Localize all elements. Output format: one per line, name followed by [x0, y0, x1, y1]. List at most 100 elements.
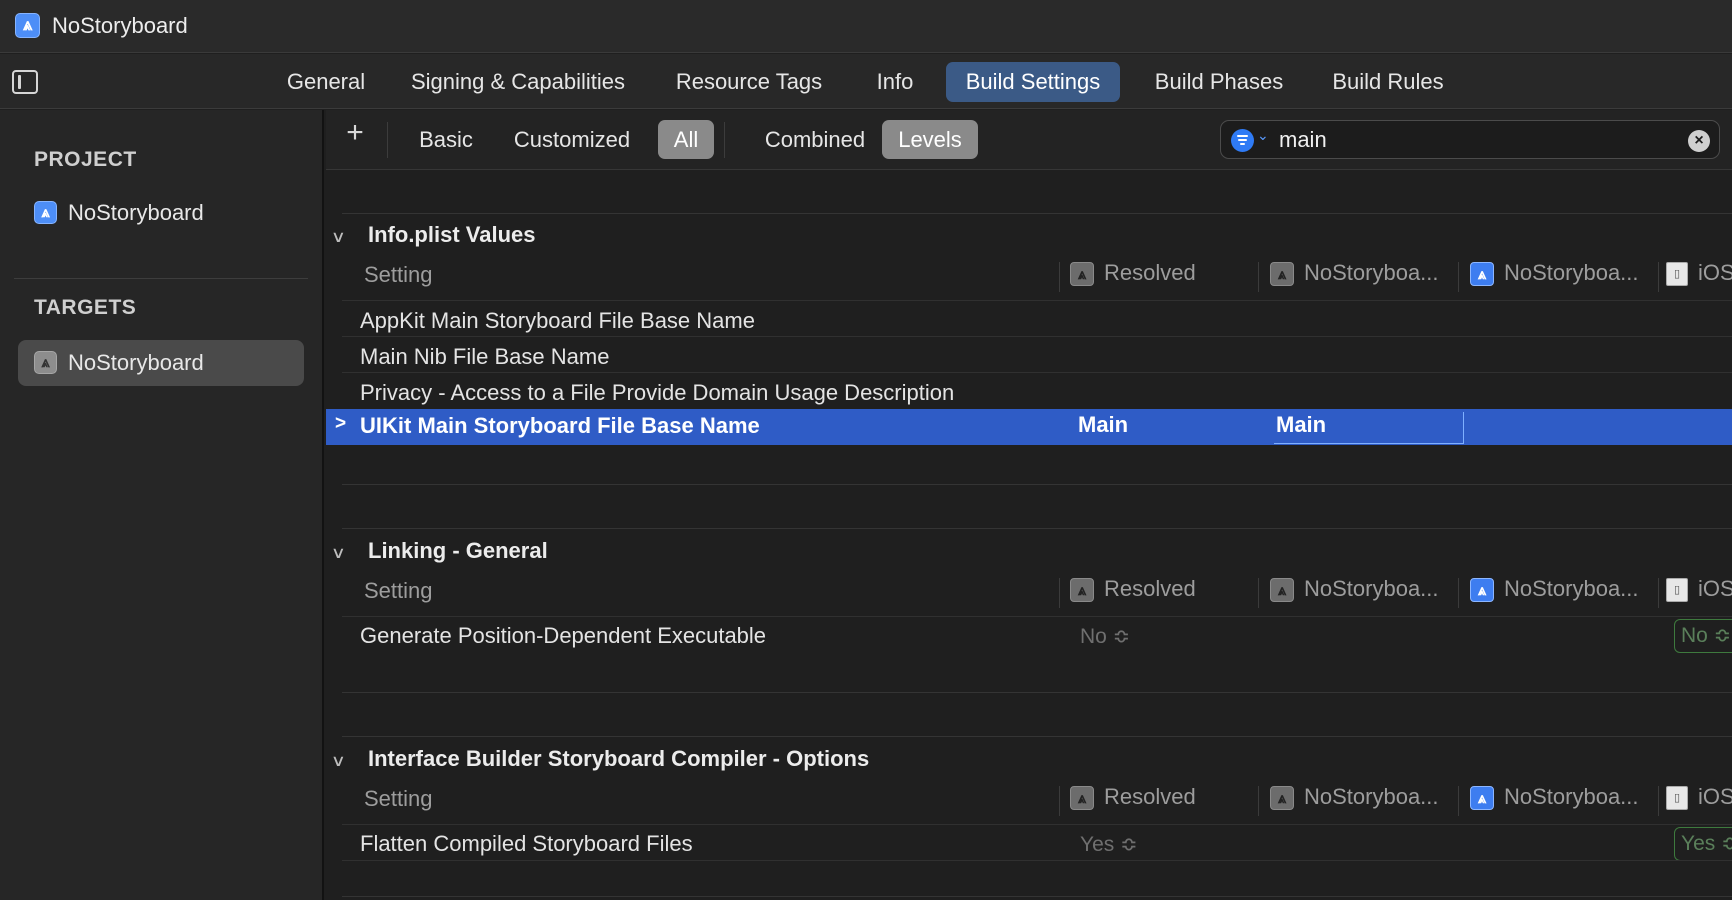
filter-all-button[interactable]: All — [658, 120, 714, 159]
tab-build-settings[interactable]: Build Settings — [946, 62, 1120, 102]
column-header-setting: Setting — [364, 578, 433, 603]
filter-basic-button[interactable]: Basic — [402, 120, 490, 159]
chevron-down-icon[interactable]: ∨ — [331, 751, 360, 771]
column-header-target: ⩓ NoStoryboa... — [1270, 260, 1439, 287]
section-divider — [342, 484, 1732, 485]
column-header-target: ⩓ NoStoryboa... — [1270, 576, 1439, 603]
target-level-icon: ⩓ — [1270, 262, 1294, 287]
section-divider — [342, 528, 1732, 529]
ios-default-value[interactable]: Yes ≎ — [1674, 827, 1732, 861]
filter-customized-button[interactable]: Customized — [502, 120, 642, 159]
column-header-resolved: ⩓ Resolved — [1070, 260, 1196, 287]
resolved-value: Yes ≎ — [1080, 833, 1138, 856]
resolved-level-icon: ⩓ — [1070, 786, 1094, 811]
search-input[interactable] — [1279, 125, 1669, 155]
ios-default-value[interactable]: No ≎ — [1674, 619, 1732, 653]
row-divider — [342, 372, 1732, 373]
tab-resource-tags[interactable]: Resource Tags — [664, 62, 834, 102]
setting-row-selected[interactable]: > UIKit Main Storyboard File Base Name M… — [326, 409, 1732, 445]
row-divider — [342, 336, 1732, 337]
target-level-icon: ⩓ — [1270, 578, 1294, 603]
column-header-target: ⩓ NoStoryboa... — [1270, 784, 1439, 811]
setting-row[interactable]: AppKit Main Storyboard File Base Name — [360, 308, 755, 334]
divider — [1658, 262, 1659, 292]
sidebar-toggle-icon[interactable] — [12, 70, 38, 94]
sidebar-item-label: NoStoryboard — [68, 200, 204, 225]
chevron-down-icon[interactable]: ∨ — [331, 227, 360, 247]
setting-row[interactable]: Generate Position-Dependent Executable — [360, 623, 766, 649]
row-divider — [342, 860, 1732, 861]
ios-defaults-icon: ▯ — [1666, 578, 1688, 603]
column-header-project: ⩓ NoStoryboa... — [1470, 784, 1639, 811]
divider — [1258, 786, 1259, 816]
column-header-ios-defaults: ▯ iOS — [1666, 784, 1732, 811]
app-target-icon: ⩓ — [34, 351, 57, 374]
divider — [1658, 786, 1659, 816]
divider — [1658, 578, 1659, 608]
row-divider — [342, 616, 1732, 617]
ios-defaults-icon: ▯ — [1666, 262, 1688, 287]
tab-signing-capabilities[interactable]: Signing & Capabilities — [398, 62, 638, 102]
column-header-setting: Setting — [364, 262, 433, 287]
setting-row[interactable]: Privacy - Access to a File Provide Domai… — [360, 380, 954, 406]
column-header-setting: Setting — [364, 786, 433, 811]
view-combined-button[interactable]: Combined — [738, 120, 892, 159]
section-divider — [342, 692, 1732, 693]
view-levels-button[interactable]: Levels — [882, 120, 978, 159]
clear-search-icon[interactable]: × — [1688, 130, 1710, 152]
divider — [1059, 578, 1060, 608]
section-divider — [342, 213, 1732, 214]
setting-row[interactable]: Main Nib File Base Name — [360, 344, 609, 370]
divider — [1258, 262, 1259, 292]
tab-general[interactable]: General — [268, 62, 384, 102]
setting-name: UIKit Main Storyboard File Base Name — [360, 413, 760, 438]
column-header-project: ⩓ NoStoryboa... — [1470, 260, 1639, 287]
editor-tab-bar: General Signing & Capabilities Resource … — [0, 54, 1732, 109]
row-divider — [342, 824, 1732, 825]
target-value[interactable]: Main — [1276, 412, 1326, 438]
section-header-info-plist[interactable]: ∨ Info.plist Values — [331, 222, 536, 248]
search-field[interactable]: ⌄ × — [1220, 120, 1720, 159]
project-title: NoStoryboard — [52, 13, 188, 38]
sidebar-item-target[interactable]: ⩓ NoStoryboard — [18, 340, 304, 386]
divider — [1059, 786, 1060, 816]
project-icon: ⩓ — [34, 201, 57, 224]
project-section-header: PROJECT — [34, 148, 137, 171]
divider — [1458, 578, 1459, 608]
add-setting-button[interactable]: + — [340, 118, 370, 149]
column-header-resolved: ⩓ Resolved — [1070, 576, 1196, 603]
section-divider — [342, 736, 1732, 737]
section-header-ib-storyboard-compiler[interactable]: ∨ Interface Builder Storyboard Compiler -… — [331, 746, 869, 772]
divider — [1458, 262, 1459, 292]
setting-row[interactable]: Flatten Compiled Storyboard Files — [360, 831, 693, 857]
divider — [1258, 578, 1259, 608]
build-settings-filter-bar: + Basic Customized All Combined Levels ⌄… — [326, 110, 1732, 170]
targets-section-header: TARGETS — [34, 296, 137, 319]
column-header-ios-defaults: ▯ iOS — [1666, 260, 1732, 287]
column-header-project: ⩓ NoStoryboa... — [1470, 576, 1639, 603]
build-settings-editor: + Basic Customized All Combined Levels ⌄… — [326, 110, 1732, 900]
chevron-down-icon[interactable]: ∨ — [331, 543, 360, 563]
project-level-icon: ⩓ — [1470, 786, 1494, 811]
window-titlebar: ⩓ NoStoryboard — [0, 0, 1732, 53]
divider — [724, 122, 725, 158]
filter-icon[interactable] — [1231, 129, 1254, 152]
resolved-value: Main — [1078, 412, 1129, 437]
tab-build-rules[interactable]: Build Rules — [1320, 62, 1456, 102]
project-level-icon: ⩓ — [1470, 262, 1494, 287]
section-header-linking-general[interactable]: ∨ Linking - General — [331, 538, 548, 564]
chevron-down-icon[interactable]: ⌄ — [1257, 127, 1269, 144]
xcode-project-icon: ⩓ — [15, 13, 40, 38]
divider — [1458, 786, 1459, 816]
resolved-value: No ≎ — [1080, 625, 1131, 648]
tab-info[interactable]: Info — [860, 62, 930, 102]
sidebar-divider — [14, 278, 308, 279]
divider — [1059, 262, 1060, 292]
chevron-right-icon[interactable]: > — [335, 413, 346, 435]
ios-defaults-icon: ▯ — [1666, 786, 1688, 811]
project-navigator-sidebar: PROJECT ⩓ NoStoryboard TARGETS ⩓ NoStory… — [0, 110, 324, 900]
sidebar-item-project[interactable]: ⩓ NoStoryboard — [18, 190, 304, 236]
row-divider — [342, 300, 1732, 301]
resolved-level-icon: ⩓ — [1070, 262, 1094, 287]
tab-build-phases[interactable]: Build Phases — [1142, 62, 1296, 102]
